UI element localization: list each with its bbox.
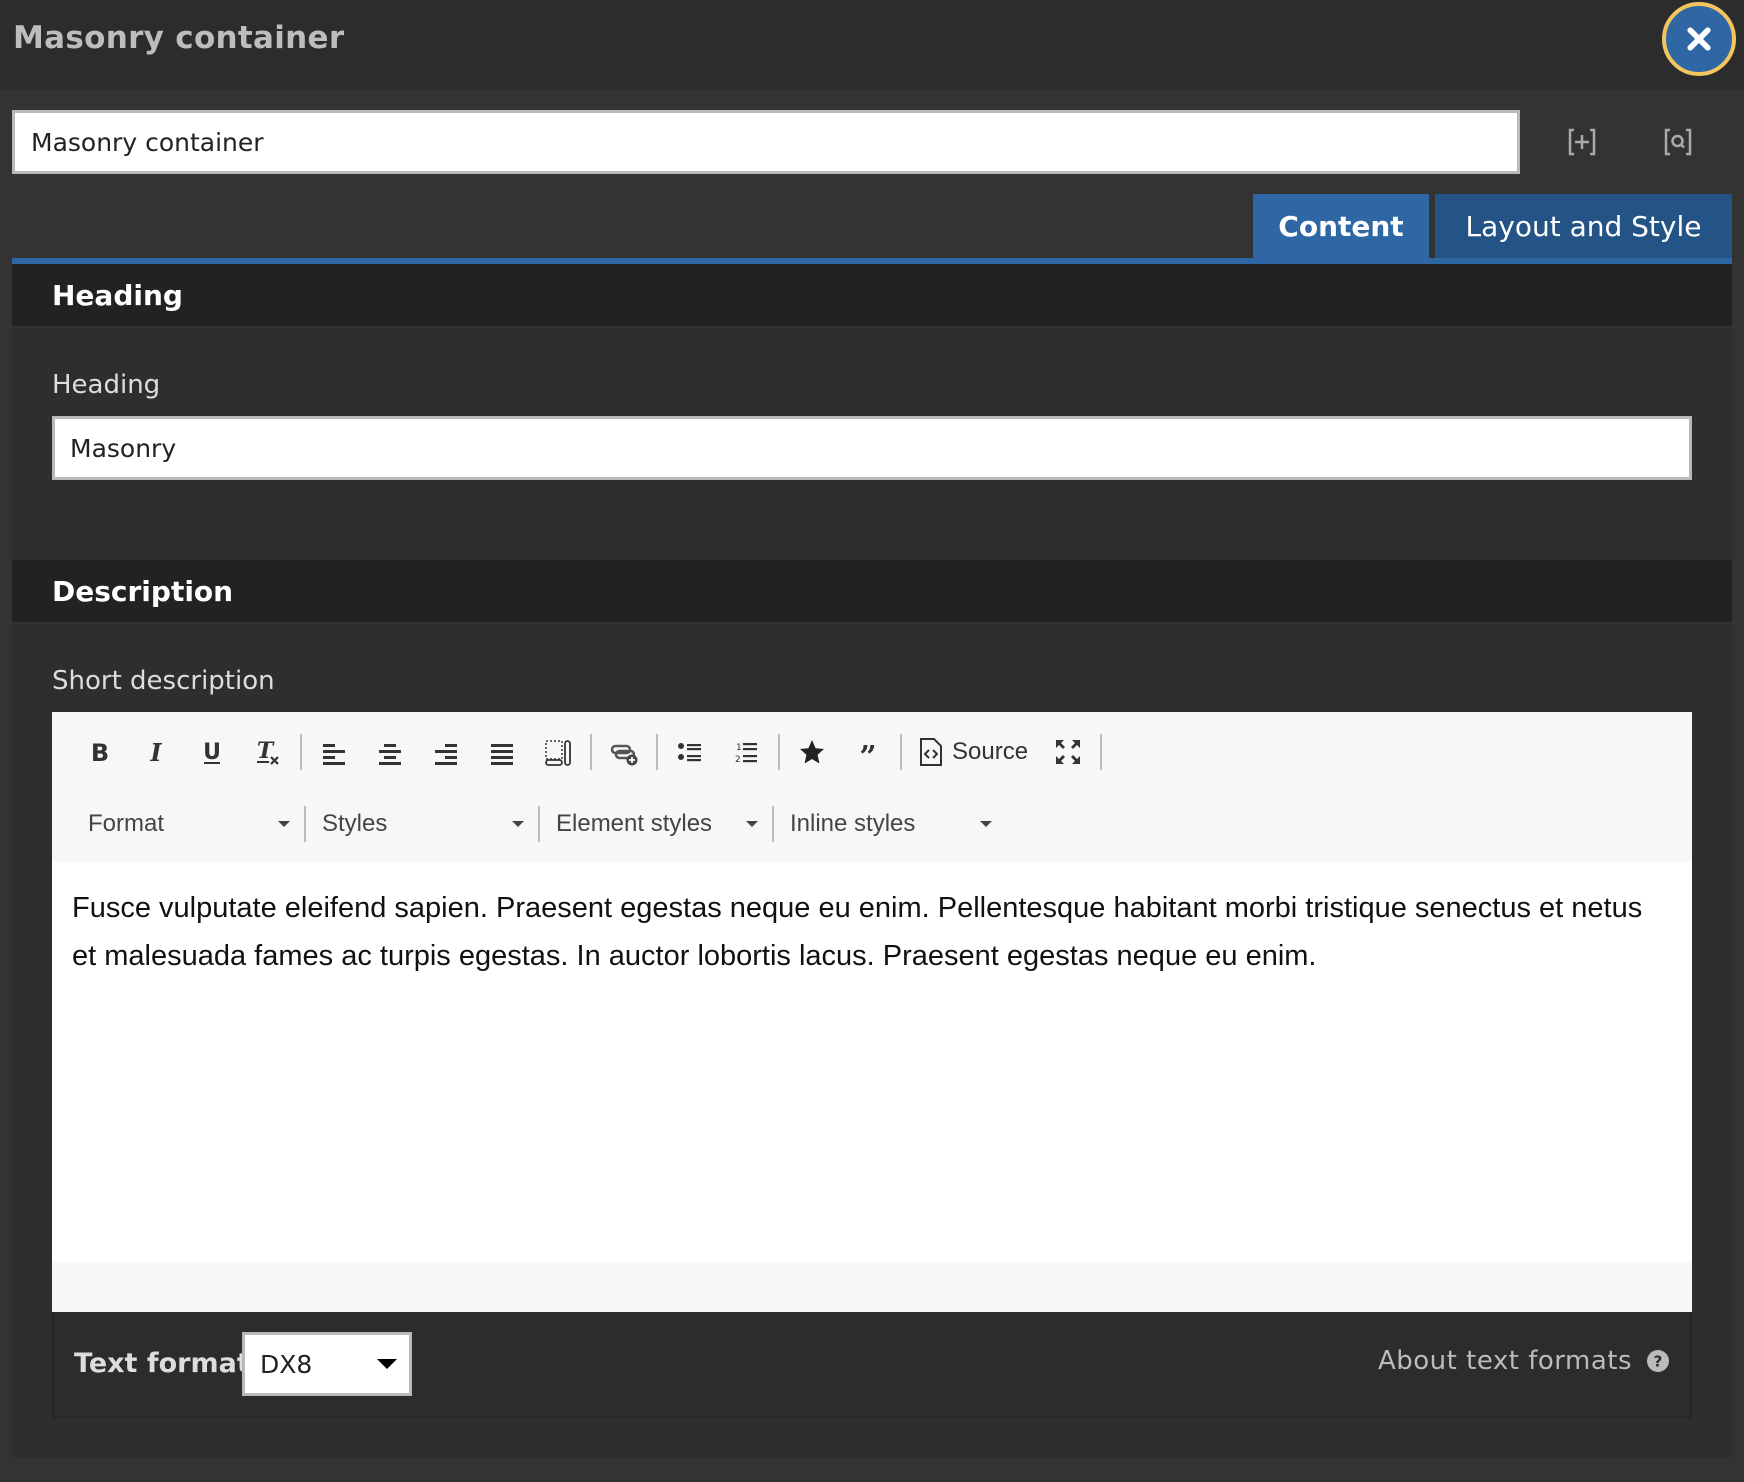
- editor-toolbar: B I U T 12 ” Source: [52, 712, 1692, 792]
- show-blocks-icon: [545, 740, 571, 766]
- caret-down-icon: [377, 1359, 397, 1369]
- text-format-value: DX8: [260, 1349, 313, 1379]
- italic-icon: I: [149, 738, 162, 767]
- underline-button[interactable]: U: [184, 728, 240, 776]
- star-icon: [800, 740, 824, 764]
- help-icon: ?: [1647, 1350, 1669, 1372]
- caret-down-icon: [980, 821, 992, 827]
- toolbar-separator: [778, 734, 780, 770]
- show-blocks-button[interactable]: [530, 728, 586, 776]
- text-format-bar: Text format DX8 About text formats ?: [52, 1312, 1692, 1418]
- align-left-icon: [323, 744, 345, 765]
- short-description-label: Short description: [52, 666, 275, 696]
- expand-button[interactable]: [1564, 124, 1600, 160]
- svg-text:2: 2: [735, 755, 741, 765]
- format-dropdown-label: Format: [88, 810, 165, 837]
- editor-style-toolbar: Format Styles Element styles Inline styl…: [52, 796, 1692, 852]
- section-heading-title[interactable]: Heading: [12, 264, 1732, 328]
- source-button[interactable]: Source: [906, 728, 1040, 776]
- underline-icon: U: [203, 740, 221, 765]
- source-file-icon: [920, 738, 942, 766]
- about-text-formats-link[interactable]: About text formats ?: [1378, 1346, 1670, 1376]
- close-button[interactable]: [1662, 2, 1736, 76]
- align-center-icon: [379, 744, 401, 765]
- editor-content-area[interactable]: Fusce vulputate eleifend sapien. Praesen…: [52, 862, 1692, 1262]
- styles-dropdown-label: Styles: [322, 810, 388, 837]
- bold-button[interactable]: B: [72, 728, 128, 776]
- tab-layout-and-style[interactable]: Layout and Style: [1435, 194, 1732, 258]
- toolbar-separator: [900, 734, 902, 770]
- bold-icon: B: [91, 739, 109, 767]
- toolbar-separator: [300, 734, 302, 770]
- toolbar-separator: [656, 734, 658, 770]
- close-icon: [1687, 27, 1711, 51]
- section-description-title[interactable]: Description: [12, 560, 1732, 624]
- text-format-label: Text format: [74, 1348, 250, 1379]
- svg-text:B: B: [91, 739, 109, 767]
- svg-text:T: T: [257, 738, 275, 764]
- element-styles-dropdown[interactable]: Element styles: [540, 804, 772, 844]
- heading-field-label: Heading: [52, 370, 161, 400]
- align-center-button[interactable]: [362, 728, 418, 776]
- align-left-button[interactable]: [306, 728, 362, 776]
- editor-footer: [52, 1262, 1692, 1312]
- inline-styles-dropdown-label: Inline styles: [790, 810, 916, 837]
- dialog-titlebar: Masonry container: [0, 0, 1744, 90]
- preview-button[interactable]: [1660, 124, 1696, 160]
- blockquote-icon: ”: [859, 740, 876, 767]
- inline-styles-dropdown[interactable]: Inline styles: [774, 804, 1006, 844]
- justify-button[interactable]: [474, 728, 530, 776]
- source-label: Source: [952, 738, 1029, 765]
- align-right-button[interactable]: [418, 728, 474, 776]
- italic-button[interactable]: I: [128, 728, 184, 776]
- svg-text:?: ?: [1654, 1353, 1663, 1371]
- numbered-list-icon: 12: [735, 743, 757, 765]
- heading-input[interactable]: [52, 416, 1692, 480]
- toolbar-separator: [1100, 734, 1103, 770]
- search-bracket-icon: [1664, 128, 1692, 156]
- element-styles-dropdown-label: Element styles: [556, 810, 713, 837]
- svg-text:I: I: [149, 738, 162, 767]
- numbered-list-button[interactable]: 12: [718, 728, 774, 776]
- svg-text:”: ”: [859, 740, 876, 767]
- text-format-select[interactable]: DX8: [242, 1332, 412, 1396]
- align-right-icon: [435, 744, 457, 765]
- styles-dropdown[interactable]: Styles: [306, 804, 538, 844]
- expand-bracket-plus-icon: [1568, 128, 1596, 156]
- tab-bar: Content Layout and Style: [12, 194, 1732, 264]
- remove-format-button[interactable]: T: [240, 728, 296, 776]
- link-button[interactable]: [596, 728, 652, 776]
- dialog-title: Masonry container: [13, 20, 345, 56]
- rich-text-editor: B I U T 12 ” Source Format Styles Elemen…: [52, 712, 1692, 1312]
- bulleted-list-button[interactable]: [662, 728, 718, 776]
- about-text-formats-label: About text formats: [1377, 1346, 1632, 1376]
- maximize-button[interactable]: [1040, 728, 1096, 776]
- tab-content[interactable]: Content: [1253, 194, 1429, 258]
- caret-down-icon: [278, 821, 290, 827]
- bulleted-list-icon: [678, 743, 701, 762]
- caret-down-icon: [512, 821, 524, 827]
- justify-icon: [491, 744, 513, 765]
- blockquote-button[interactable]: ”: [840, 728, 896, 776]
- link-add-icon: [610, 744, 638, 766]
- star-button[interactable]: [784, 728, 840, 776]
- toolbar-separator: [590, 734, 592, 770]
- caret-down-icon: [746, 821, 758, 827]
- remove-format-icon: T: [257, 738, 279, 765]
- container-name-input[interactable]: [12, 110, 1520, 174]
- svg-text:U: U: [203, 740, 221, 765]
- svg-text:1: 1: [736, 743, 742, 753]
- format-dropdown[interactable]: Format: [72, 804, 304, 844]
- content-panel: Heading Heading Description Short descri…: [12, 264, 1732, 1458]
- maximize-icon: [1056, 740, 1081, 764]
